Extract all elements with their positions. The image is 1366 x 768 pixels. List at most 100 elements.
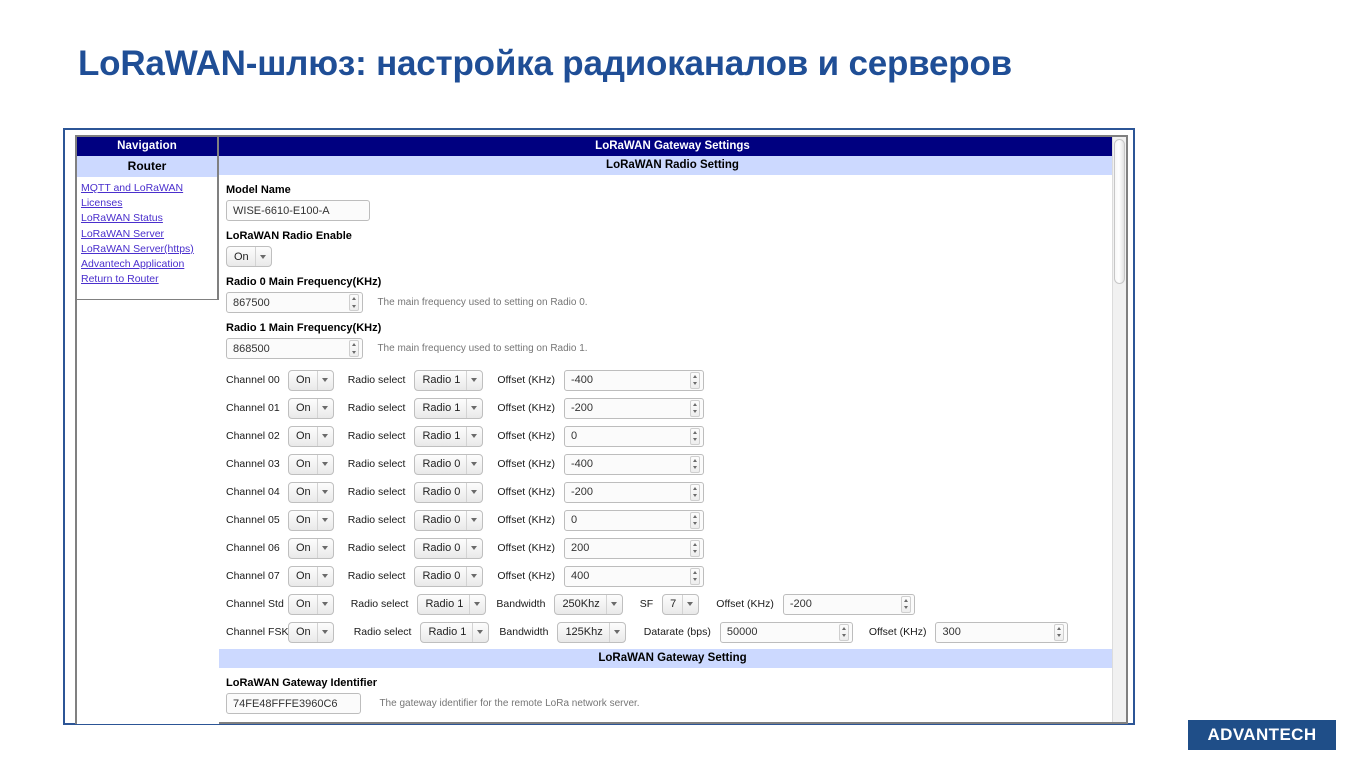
navigation-header: Navigation	[77, 137, 217, 156]
channel-fsk-offset-stepper[interactable]	[935, 621, 1069, 643]
chevron-down-icon	[469, 594, 485, 614]
channel-offset-stepper[interactable]	[563, 453, 704, 475]
channel-std-bandwidth-select[interactable]: 250Khz	[554, 593, 623, 615]
offset-label: Offset (KHz)	[497, 486, 555, 498]
channel-offset-stepper[interactable]	[563, 537, 704, 559]
channel-offset-field[interactable]	[563, 537, 704, 559]
sidebar-item-lorawan-status[interactable]: LoRaWAN Status	[81, 211, 217, 226]
channel-offset-field[interactable]	[563, 565, 704, 587]
channel-fsk-bandwidth-select[interactable]: 125Khz	[557, 621, 626, 643]
channel-radio-value: Radio 1	[422, 374, 461, 386]
radio0-frequency-field[interactable]	[226, 292, 363, 313]
channel-std-offset-field[interactable]	[782, 593, 915, 615]
channel-offset-stepper[interactable]	[563, 369, 704, 391]
radio0-frequency-stepper[interactable]	[226, 292, 363, 313]
radio-select-label: Radio select	[347, 402, 406, 414]
chevron-down-icon	[466, 454, 482, 474]
channel-radio-select[interactable]: Radio 1	[414, 397, 484, 419]
channel-radio-select[interactable]: Radio 0	[414, 453, 484, 475]
spinner-arrows-icon[interactable]	[689, 371, 700, 389]
channel-enable-select[interactable]: On	[288, 509, 334, 531]
channel-fsk-datarate-stepper[interactable]	[719, 621, 853, 643]
channel-offset-field[interactable]	[563, 369, 704, 391]
channel-radio-select[interactable]: Radio 0	[414, 537, 484, 559]
spinner-arrows-icon[interactable]	[689, 427, 700, 445]
gateway-identifier-field[interactable]	[226, 693, 361, 714]
spinner-arrows-icon[interactable]	[900, 595, 911, 613]
channel-enable-value: On	[296, 458, 311, 470]
spinner-arrows-icon[interactable]	[349, 294, 359, 311]
chevron-down-icon	[316, 594, 333, 614]
channel-offset-field[interactable]	[563, 425, 704, 447]
spinner-arrows-icon[interactable]	[689, 539, 700, 557]
channel-enable-value: On	[296, 374, 311, 386]
channel-fsk-radio-select[interactable]: Radio 1	[420, 621, 490, 643]
channel-std-enable-select[interactable]: On	[288, 593, 334, 615]
radio-select-label: Radio select	[347, 430, 406, 442]
router-web-ui: Navigation Router MQTT and LoRaWAN Licen…	[75, 135, 1128, 724]
spinner-arrows-icon[interactable]	[689, 567, 700, 585]
channel-radio-select[interactable]: Radio 1	[414, 369, 484, 391]
channel-radio-select[interactable]: Radio 0	[414, 565, 484, 587]
sidebar-item-lorawan-server-https[interactable]: LoRaWAN Server(https)	[81, 242, 217, 257]
channel-std-sf-select[interactable]: 7	[662, 593, 700, 615]
channel-offset-stepper[interactable]	[563, 425, 704, 447]
spinner-arrows-icon[interactable]	[689, 483, 700, 501]
spinner-arrows-icon[interactable]	[1054, 623, 1065, 641]
slide-canvas: LoRaWAN-шлюз: настройка радиоканалов и с…	[0, 0, 1366, 768]
channel-enable-select[interactable]: On	[288, 481, 334, 503]
table-row: Channel 01 On Radio select Radio 1 Offse…	[226, 394, 1126, 422]
channel-radio-select[interactable]: Radio 1	[414, 425, 484, 447]
table-row: Channel 06 On Radio select Radio 0 Offse…	[226, 534, 1126, 562]
radio1-frequency-field[interactable]	[226, 338, 363, 359]
channel-enable-select[interactable]: On	[288, 453, 334, 475]
channel-offset-field[interactable]	[563, 397, 704, 419]
channel-offset-stepper[interactable]	[563, 565, 704, 587]
scrollbar-thumb[interactable]	[1114, 139, 1125, 284]
spinner-arrows-icon[interactable]	[689, 455, 700, 473]
channel-enable-select[interactable]: On	[288, 537, 334, 559]
channel-fsk-enable-select[interactable]: On	[288, 621, 334, 643]
sidebar-item-advantech-application[interactable]: Advantech Application	[81, 257, 217, 272]
channel-std-enable-value: On	[296, 598, 311, 610]
page-title: LoRaWAN-шлюз: настройка радиоканалов и с…	[78, 44, 1012, 83]
radio-select-label: Radio select	[347, 570, 406, 582]
channel-radio-select[interactable]: Radio 0	[414, 481, 484, 503]
channel-offset-field[interactable]	[563, 509, 704, 531]
spinner-arrows-icon[interactable]	[689, 511, 700, 529]
channel-enable-select[interactable]: On	[288, 397, 334, 419]
model-name-field[interactable]	[226, 200, 370, 221]
channel-offset-stepper[interactable]	[563, 509, 704, 531]
sidebar-item-return-to-router[interactable]: Return to Router	[81, 272, 217, 287]
channel-offset-stepper[interactable]	[563, 481, 704, 503]
chevron-down-icon	[466, 370, 482, 390]
radio1-frequency-hint: The main frequency used to setting on Ra…	[377, 343, 588, 354]
chevron-down-icon	[466, 426, 482, 446]
channel-enable-select[interactable]: On	[288, 565, 334, 587]
channel-std-radio-select[interactable]: Radio 1	[417, 593, 487, 615]
channel-std-sf-value: 7	[670, 598, 677, 610]
sidebar-item-mqtt-and-lorawan[interactable]: MQTT and LoRaWAN	[81, 181, 217, 196]
channel-radio-select[interactable]: Radio 0	[414, 509, 484, 531]
channel-offset-stepper[interactable]	[563, 397, 704, 419]
channel-std-offset-stepper[interactable]	[782, 593, 915, 615]
channel-offset-field[interactable]	[563, 481, 704, 503]
channel-fsk-offset-field[interactable]	[935, 621, 1069, 643]
panel-title-bar: LoRaWAN Gateway Settings	[219, 137, 1126, 156]
sidebar-item-lorawan-server[interactable]: LoRaWAN Server	[81, 227, 217, 242]
offset-label: Offset (KHz)	[497, 458, 555, 470]
radio1-frequency-stepper[interactable]	[226, 338, 363, 359]
spinner-arrows-icon[interactable]	[689, 399, 700, 417]
channel-enable-select[interactable]: On	[288, 425, 334, 447]
channel-fsk-radio-value: Radio 1	[428, 626, 467, 638]
radio-enable-select[interactable]: On	[226, 246, 272, 267]
channel-enable-select[interactable]: On	[288, 369, 334, 391]
sidebar-item-licenses[interactable]: Licenses	[81, 196, 217, 211]
spinner-arrows-icon[interactable]	[838, 623, 849, 641]
channel-radio-value: Radio 0	[422, 542, 461, 554]
channel-fsk-datarate-field[interactable]	[719, 621, 853, 643]
channel-label: Channel 07	[226, 570, 280, 582]
spinner-arrows-icon[interactable]	[349, 340, 359, 357]
vertical-scrollbar[interactable]	[1112, 137, 1126, 722]
channel-offset-field[interactable]	[563, 453, 704, 475]
